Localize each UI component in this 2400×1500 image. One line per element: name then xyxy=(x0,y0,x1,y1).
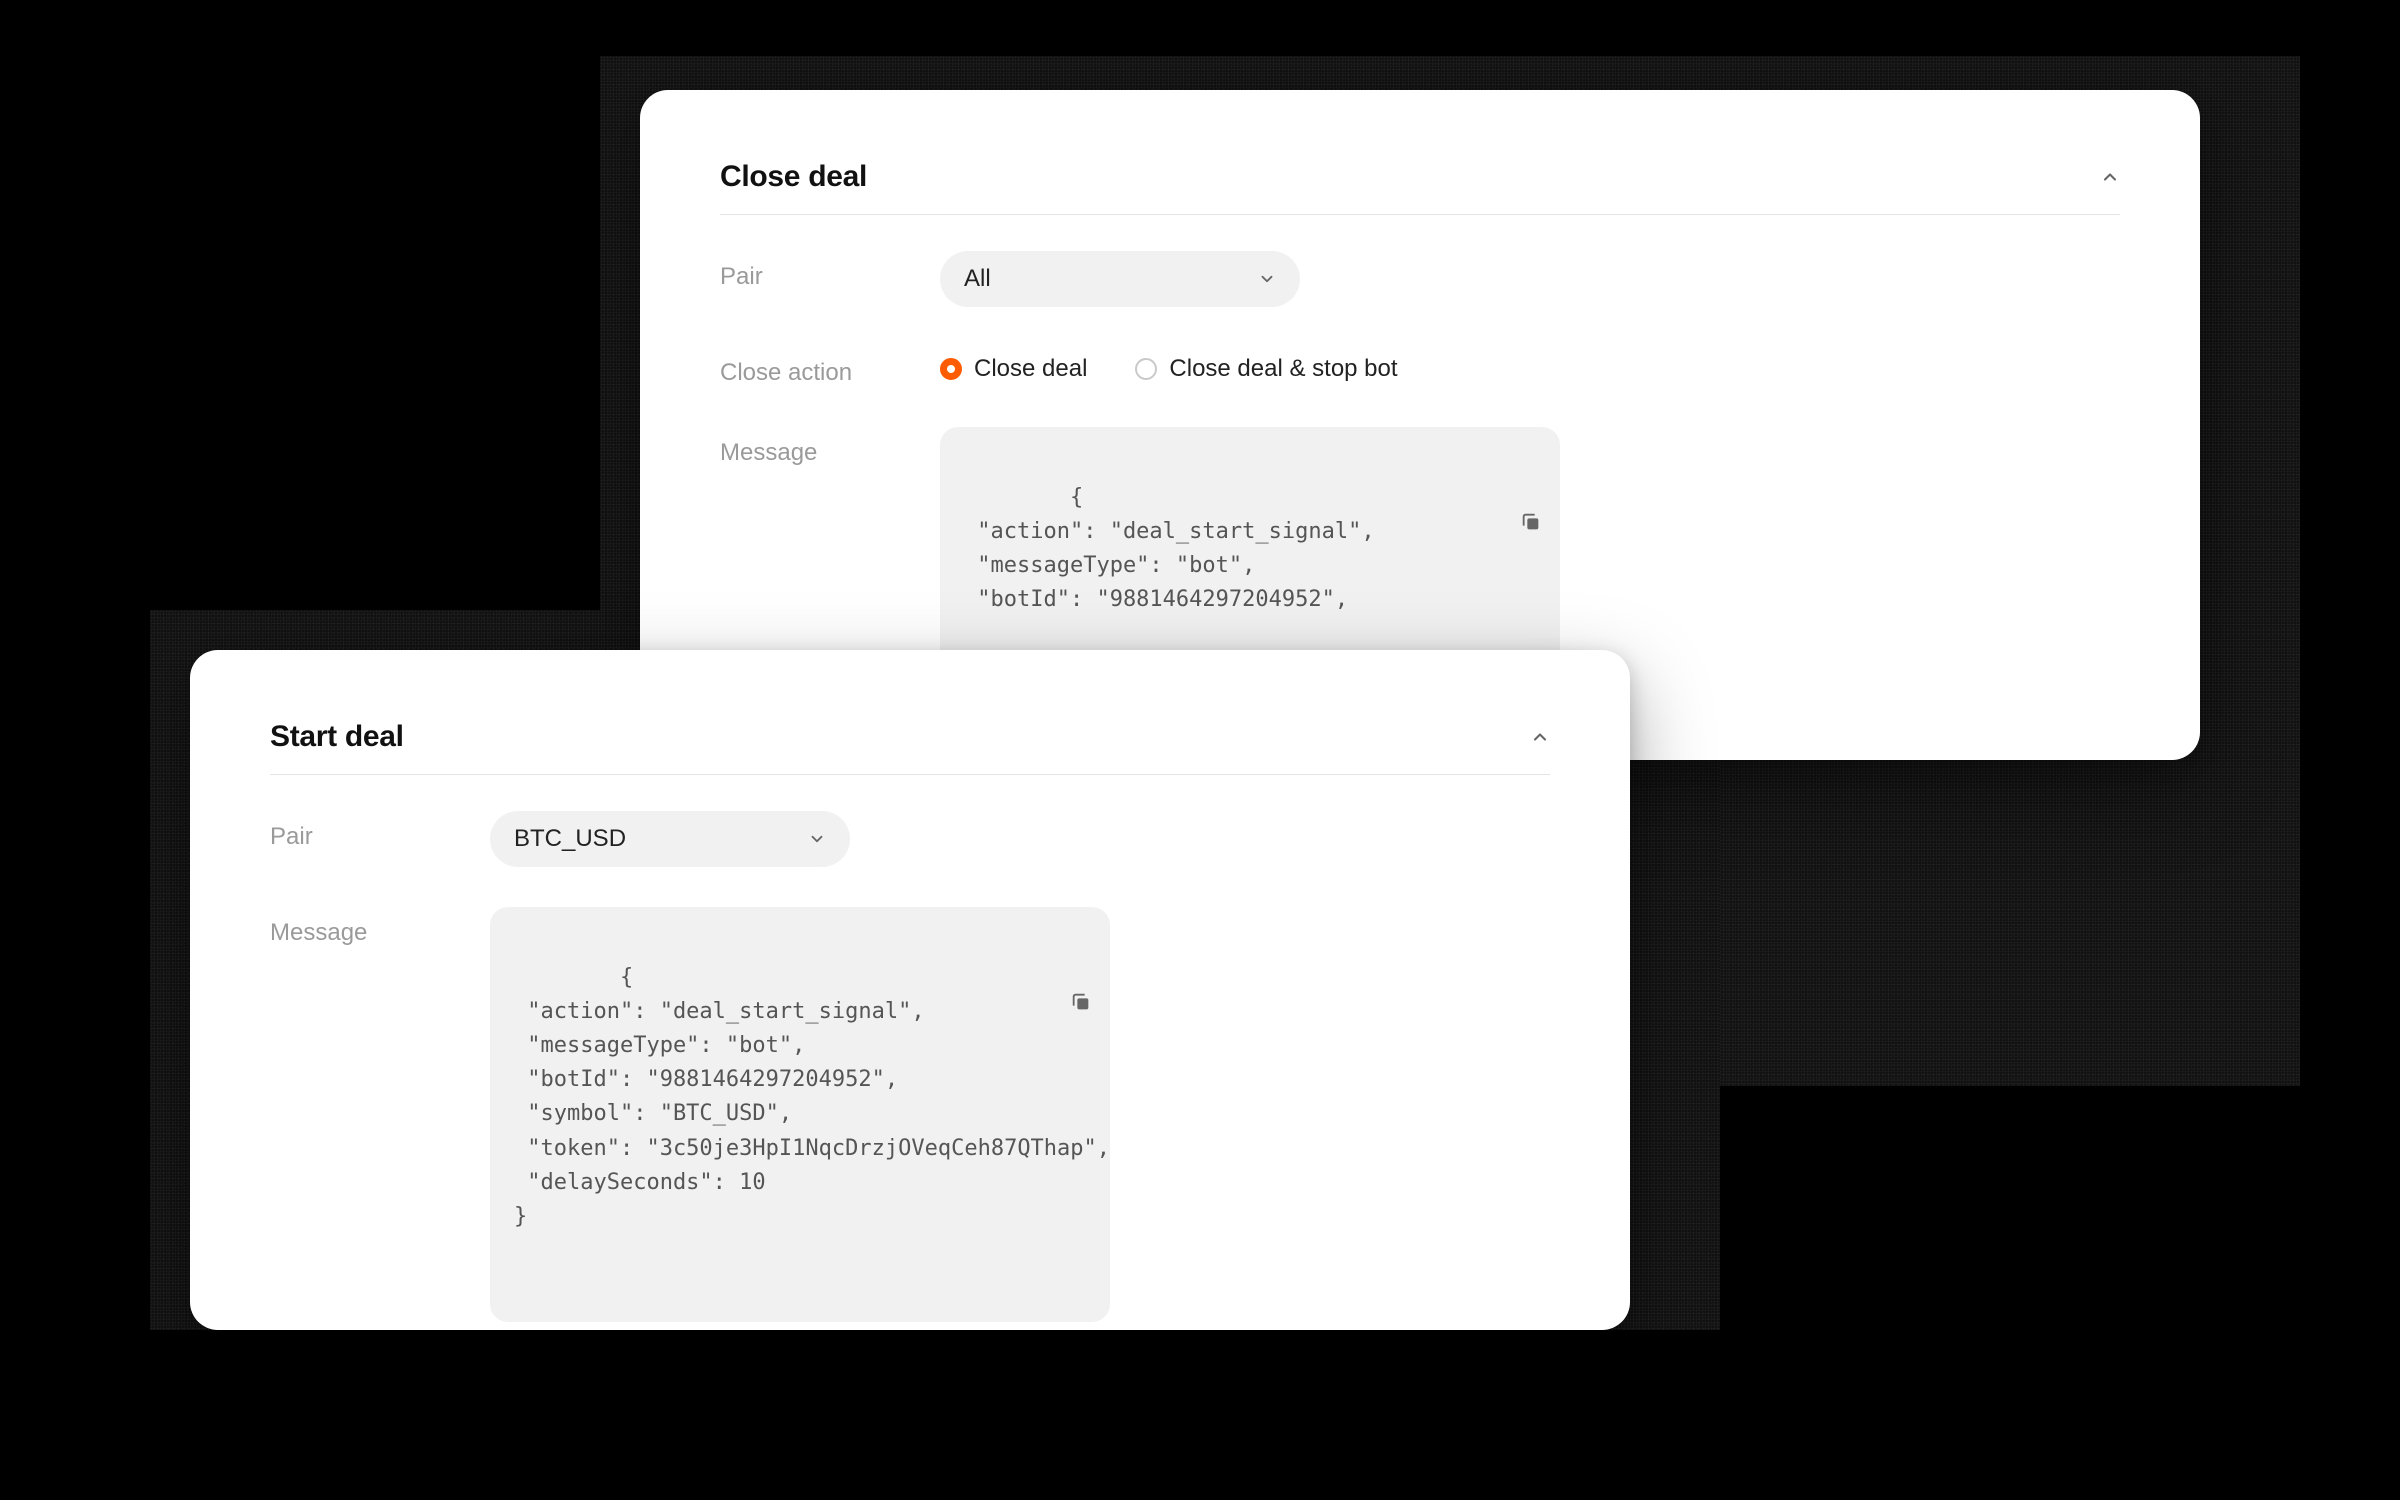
radio-label: Close deal xyxy=(974,355,1087,383)
copy-icon[interactable] xyxy=(1070,923,1092,945)
message-label: Message xyxy=(720,427,940,467)
message-row: Message { "action": "deal_start_signal",… xyxy=(270,907,1550,1322)
close-action-row: Close action Close deal Close deal & sto… xyxy=(720,347,2120,387)
pair-select[interactable]: All xyxy=(940,251,1300,307)
close-action-label: Close action xyxy=(720,347,940,387)
pair-row: Pair All xyxy=(720,251,2120,307)
start-deal-card: Start deal Pair BTC_USD Message { "actio… xyxy=(190,650,1630,1330)
copy-icon[interactable] xyxy=(1520,443,1542,465)
radio-close-deal[interactable]: Close deal xyxy=(940,355,1087,383)
pair-row: Pair BTC_USD xyxy=(270,811,1550,867)
message-body: { "action": "deal_start_signal", "messag… xyxy=(514,965,1110,1229)
card-title: Start deal xyxy=(270,720,404,754)
collapse-toggle-icon[interactable] xyxy=(1530,727,1550,747)
card-title: Close deal xyxy=(720,160,867,194)
pair-value: All xyxy=(964,265,991,293)
chevron-down-icon xyxy=(808,830,826,848)
pair-select[interactable]: BTC_USD xyxy=(490,811,850,867)
pair-label: Pair xyxy=(720,251,940,291)
pair-value: BTC_USD xyxy=(514,825,626,853)
collapse-toggle-icon[interactable] xyxy=(2100,167,2120,187)
chevron-down-icon xyxy=(1258,270,1276,288)
close-action-radio-group: Close deal Close deal & stop bot xyxy=(940,347,2120,383)
card-header: Close deal xyxy=(720,160,2120,215)
radio-label: Close deal & stop bot xyxy=(1169,355,1397,383)
message-code-block: { "action": "deal_start_signal", "messag… xyxy=(490,907,1110,1322)
message-label: Message xyxy=(270,907,490,947)
radio-icon xyxy=(1135,358,1157,380)
radio-close-deal-stop-bot[interactable]: Close deal & stop bot xyxy=(1135,355,1397,383)
pair-label: Pair xyxy=(270,811,490,851)
message-body: { "action": "deal_start_signal", "messag… xyxy=(964,485,1375,612)
card-header: Start deal xyxy=(270,720,1550,775)
radio-icon xyxy=(940,358,962,380)
